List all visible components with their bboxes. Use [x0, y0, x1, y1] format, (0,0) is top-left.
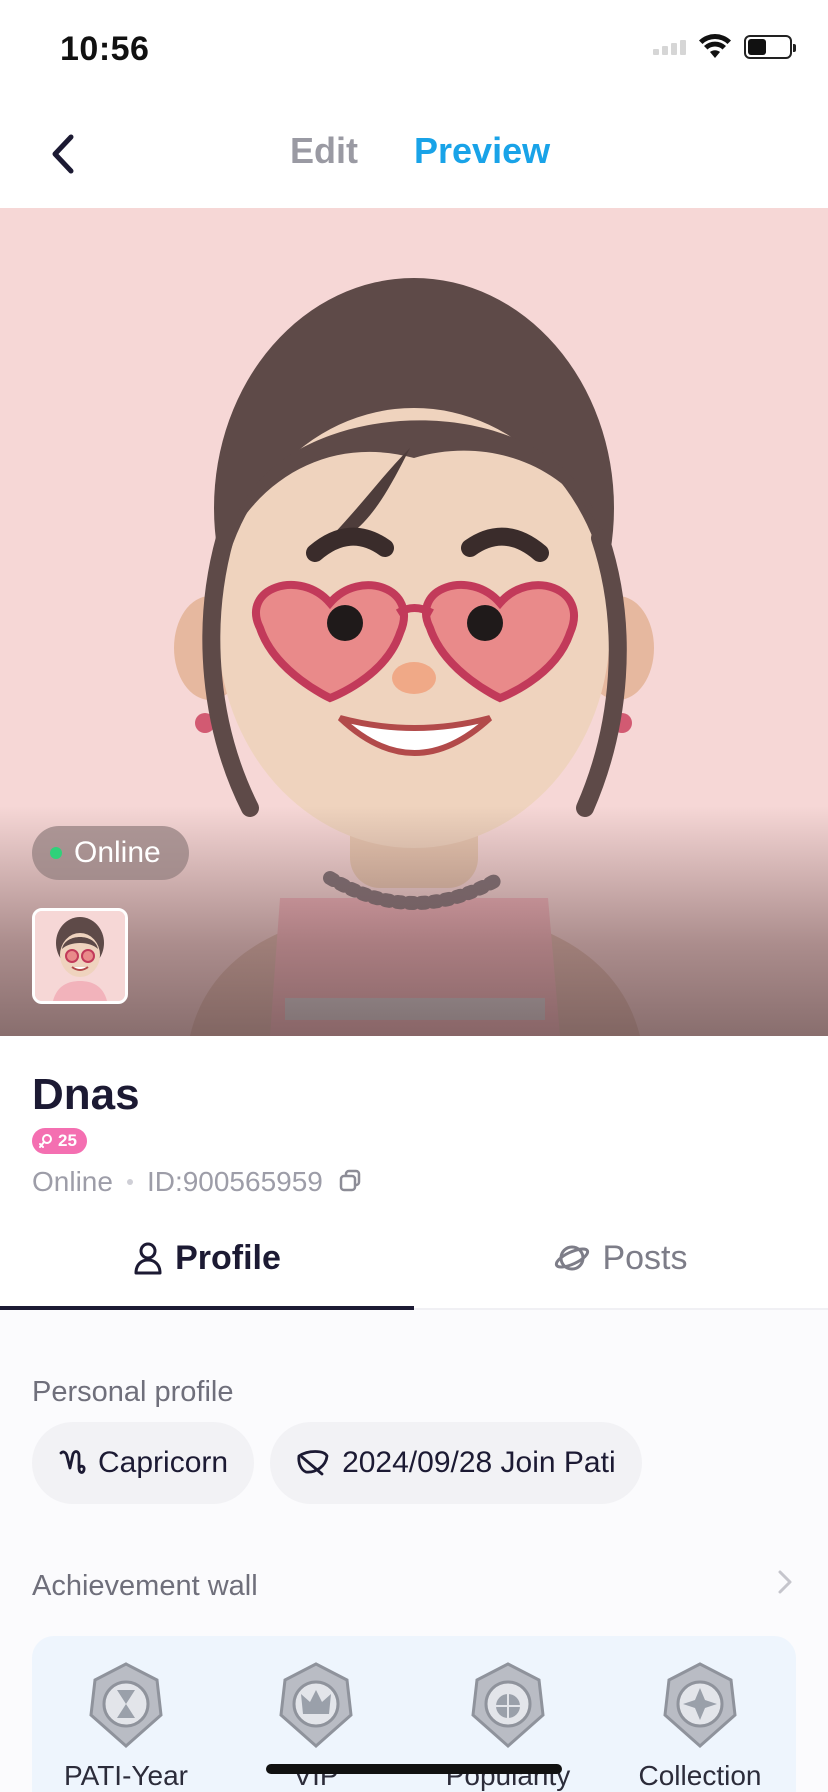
leaf-icon [297, 1450, 329, 1476]
star-medal-icon [663, 1662, 737, 1749]
capricorn-icon [59, 1450, 86, 1474]
chip-zodiac: Capricorn [32, 1422, 255, 1504]
user-id: ID:900565959 [146, 1166, 323, 1197]
tab-edit[interactable]: Edit [290, 130, 358, 172]
online-status-badge: Online [32, 826, 189, 880]
tab-posts[interactable]: Posts [414, 1208, 828, 1308]
achievement-item[interactable]: Collection [610, 1660, 790, 1792]
tab-posts-label: Posts [602, 1238, 688, 1277]
user-status: Online [32, 1166, 113, 1197]
user-name: Dnas [32, 1070, 140, 1119]
achievement-label: Collection [638, 1760, 762, 1791]
status-bar: 10:56 [0, 0, 828, 100]
globe-medal-icon [471, 1662, 545, 1749]
avatar-photo: Online [0, 208, 828, 1036]
profile-tabs: Profile Posts [0, 1208, 828, 1310]
online-status-label: Online [74, 836, 161, 869]
chevron-left-icon [52, 134, 74, 174]
status-icons [653, 34, 796, 60]
hourglass-medal-icon [89, 1662, 163, 1749]
profile-content: Personal profile Capricorn 2024/09/28 Jo… [0, 1310, 828, 1792]
online-dot-icon [50, 847, 62, 859]
female-icon [39, 1134, 52, 1148]
planet-icon [555, 1245, 590, 1271]
level-value: 25 [58, 1131, 77, 1150]
separator-dot [126, 1179, 133, 1185]
home-indicator[interactable] [266, 1764, 562, 1774]
tab-profile[interactable]: Profile [0, 1208, 414, 1308]
chip-join-date: 2024/09/28 Join Pati [270, 1422, 642, 1504]
battery-icon [744, 35, 796, 59]
personal-profile-title: Personal profile [32, 1376, 234, 1408]
person-icon [134, 1242, 162, 1275]
user-meta: Online ID:900565959 [32, 1166, 792, 1198]
profile-chips: Capricorn 2024/09/28 Join Pati [32, 1422, 642, 1504]
tab-profile-label: Profile [175, 1238, 281, 1277]
copy-icon[interactable] [337, 1168, 365, 1196]
status-time: 10:56 [60, 30, 150, 68]
user-info: Dnas 25 Online ID:900565959 [32, 1070, 792, 1198]
back-button[interactable] [30, 122, 94, 186]
tab-preview[interactable]: Preview [414, 130, 550, 172]
achievement-wall-title: Achievement wall [32, 1570, 258, 1602]
achievement-item[interactable]: PATI-Year [36, 1660, 216, 1792]
avatar-thumbnail-image [35, 911, 125, 1001]
achievement-label: PATI-Year [64, 1760, 188, 1791]
crown-medal-icon [279, 1662, 353, 1749]
signal-icon [653, 39, 686, 55]
chip-zodiac-label: Capricorn [98, 1446, 229, 1479]
wifi-icon [699, 34, 731, 58]
chevron-right-icon[interactable] [776, 1568, 794, 1596]
avatar-thumbnail[interactable] [32, 908, 128, 1004]
chip-join-date-label: 2024/09/28 Join Pati [342, 1446, 616, 1479]
level-badge: 25 [32, 1128, 87, 1154]
nav-bar: Edit Preview [0, 100, 828, 208]
